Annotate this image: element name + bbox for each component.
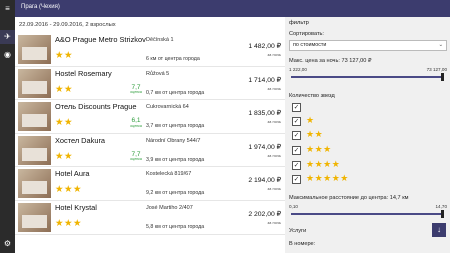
nav-rail: ≡ ✈ ◉ ⚙ <box>0 0 15 253</box>
hotel-stars: ★★★ <box>55 217 83 229</box>
filter-title: фильтр <box>289 20 309 26</box>
hotel-stars: ★★ <box>55 50 74 61</box>
hotel-name: Хостел Dakura <box>55 135 106 145</box>
checkbox[interactable]: ✓ <box>292 146 301 155</box>
checkbox[interactable]: ✓ <box>292 161 301 170</box>
hotel-photo <box>18 68 51 98</box>
per-night-label: за ночь <box>267 186 281 192</box>
hotel-list-area: 22.09.2016 - 29.09.2016, 2 взрослых A&O … <box>15 17 285 253</box>
hotel-photo <box>18 202 51 232</box>
price-slider-track[interactable] <box>291 73 444 81</box>
star-rating-icons: ★★ <box>306 129 324 139</box>
hotel-rating: 7,7 оценка <box>130 83 142 95</box>
hotel-address: Děčínská 1 <box>146 37 174 43</box>
hotel-stars: ★★ <box>55 117 74 129</box>
search-summary: 22.09.2016 - 29.09.2016, 2 взрослых <box>19 22 116 28</box>
price-range-values: 1 222,00 73 127,00 <box>289 67 447 72</box>
hotel-photo <box>18 135 51 165</box>
sort-select-value: по стоимости <box>293 42 327 48</box>
hotel-photo <box>18 169 51 199</box>
hotel-price: 1 835,00 ₽ <box>248 110 281 118</box>
scroll-down-arrow-icon[interactable]: ↓ <box>432 223 446 237</box>
hotel-name: Hotel Krystal <box>55 202 97 212</box>
hotel-address: Kostelecká 819/67 <box>146 171 192 178</box>
hotel-distance: 0,7 км от центра города <box>146 89 205 96</box>
hotel-distance: 3,9 км от центра города <box>146 156 205 163</box>
per-night-label: за ночь <box>267 52 281 57</box>
star-rating-icons: ★★★★ <box>306 159 341 169</box>
hotel-address: Národní Obrany 544/7 <box>146 137 201 144</box>
hotel-row[interactable]: Hotel Krystal ★★★ José Martiho 2/407 5,8… <box>15 201 285 235</box>
checkbox[interactable]: ✓ <box>292 131 301 140</box>
hotel-stars: ★★ <box>55 150 74 162</box>
hotel-distance: 6 км от центра города <box>146 56 200 62</box>
checkbox[interactable]: ✓ <box>292 103 301 112</box>
hotel-list: A&O Prague Metro Strizkov ★★ Děčínská 1 … <box>15 33 285 235</box>
hotel-photo <box>18 102 51 132</box>
price-slider-handle[interactable] <box>441 73 444 81</box>
hotel-name: A&O Prague Metro Strizkov <box>55 35 146 44</box>
price-min: 1 222,00 <box>289 67 307 72</box>
hotel-price: 1 482,00 ₽ <box>248 43 281 50</box>
stars-label: Количество звезд <box>289 93 335 99</box>
hotel-address: Cukrovarnická 64 <box>146 104 189 111</box>
per-night-label: за ночь <box>267 152 281 158</box>
distance-slider-handle[interactable] <box>441 210 444 218</box>
hotel-distance: 5,8 км от центра города <box>146 223 205 230</box>
hotel-address: José Martiho 2/407 <box>146 204 193 211</box>
distance-label: Максимальное расстояние до центра: 14,7 … <box>289 195 409 201</box>
per-night-label: за ночь <box>267 119 281 125</box>
hotel-stars: ★★★ <box>55 184 83 196</box>
checkbox[interactable]: ✓ <box>292 175 301 184</box>
in-room-label: В номере: <box>289 241 316 247</box>
hotel-name: Hostel Rosemary <box>55 68 112 78</box>
hotel-price: 1 714,00 ₽ <box>248 76 281 84</box>
distance-range-values: 0,10 14,70 <box>289 204 447 209</box>
star-rating-icons: ★ <box>306 115 315 125</box>
settings-icon[interactable]: ⚙ <box>0 237 15 251</box>
price-label: Макс. цена за ночь: 73 127,00 ₽ <box>289 58 372 64</box>
distance-slider-track[interactable] <box>291 210 444 218</box>
distance-min: 0,10 <box>289 204 298 209</box>
hotel-name: Hotel Aura <box>55 169 90 179</box>
services-label: Услуги <box>289 228 307 234</box>
hotel-price: 2 202,00 ₽ <box>248 210 281 218</box>
price-max: 73 127,00 <box>426 67 447 72</box>
star-rating-icons: ★★★ <box>306 144 332 154</box>
hotel-row[interactable]: Hostel Rosemary ★★ Růžová 5 7,7 оценка 0,… <box>15 67 285 101</box>
sort-label: Сортировать: <box>289 31 324 37</box>
hotel-row[interactable]: A&O Prague Metro Strizkov ★★ Děčínská 1 … <box>15 33 285 67</box>
per-night-label: за ночь <box>267 85 281 91</box>
star-rating-icons: ★★★★★ <box>306 173 349 183</box>
hotel-distance: 9,2 км от центра города <box>146 190 205 197</box>
hotel-rating: 6,1 оценка <box>130 117 142 128</box>
app-header: Прага (Чехия) <box>15 0 450 17</box>
chevron-down-icon: ⌄ <box>438 42 443 48</box>
hotel-address: Růžová 5 <box>146 70 170 77</box>
hotel-distance: 3,7 км от центра города <box>146 123 205 130</box>
filter-panel: фильтр Сортировать: по стоимости ⌄ Макс.… <box>285 17 450 253</box>
hotel-stars: ★★ <box>55 83 74 95</box>
hamburger-menu-icon[interactable]: ≡ <box>0 2 15 16</box>
hotel-price: 1 974,00 ₽ <box>248 143 281 151</box>
hotel-name: Отель Discounts Prague <box>55 102 137 112</box>
hotels-icon[interactable]: ◉ <box>0 48 15 62</box>
hotel-row[interactable]: Отель Discounts Prague ★★ Cukrovarnická … <box>15 100 285 134</box>
sort-select[interactable]: по стоимости ⌄ <box>289 40 447 51</box>
page-title: Прага (Чехия) <box>21 4 60 10</box>
flights-icon[interactable]: ✈ <box>0 30 15 44</box>
app-window: ≡ ✈ ◉ ⚙ Прага (Чехия) 22.09.2016 - 29.09… <box>0 0 450 253</box>
distance-max: 14,70 <box>435 204 448 209</box>
hotel-rating: 7,7 оценка <box>130 150 142 162</box>
hotel-photo <box>18 35 51 64</box>
hotel-row[interactable]: Hotel Aura ★★★ Kostelecká 819/67 9,2 км … <box>15 167 285 201</box>
per-night-label: за ночь <box>267 219 281 225</box>
hotel-price: 2 194,00 ₽ <box>248 177 281 185</box>
hotel-row[interactable]: Хостел Dakura ★★ Národní Obrany 544/7 7,… <box>15 134 285 168</box>
checkbox[interactable]: ✓ <box>292 117 301 126</box>
